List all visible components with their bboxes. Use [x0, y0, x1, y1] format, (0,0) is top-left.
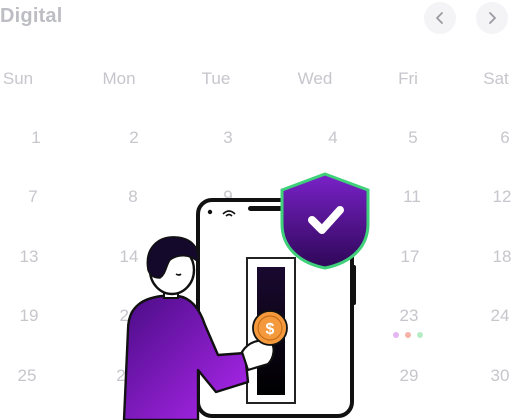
calendar-day[interactable]: 25	[18, 366, 37, 386]
calendar-day[interactable]: 13	[20, 247, 39, 267]
calendar-day[interactable]: 23	[400, 306, 419, 326]
weekday-sat: Sat	[483, 69, 509, 88]
calendar-day[interactable]: 18	[493, 247, 512, 267]
calendar-day[interactable]: 2	[129, 128, 138, 148]
calendar-day[interactable]: 1	[31, 128, 40, 148]
weekday-mon: Mon	[102, 69, 136, 88]
calendar-day[interactable]: 5	[408, 128, 417, 148]
event-dots	[393, 332, 423, 338]
calendar-title: Digital	[0, 5, 63, 27]
calendar-day[interactable]: 7	[28, 187, 37, 207]
chevron-right-icon	[489, 12, 496, 24]
dollar-coin-icon: $	[252, 310, 288, 346]
calendar-day[interactable]: 19	[20, 306, 39, 326]
chevron-left-icon	[436, 12, 443, 24]
event-dot	[417, 332, 423, 338]
weekday-wed: Wed	[297, 69, 333, 88]
calendar-day[interactable]: 30	[491, 366, 510, 386]
next-month-button[interactable]	[476, 2, 508, 34]
weekday-fri: Fri	[398, 69, 418, 88]
prev-month-button[interactable]	[424, 2, 456, 34]
calendar-day[interactable]: 12	[493, 187, 512, 207]
event-dot	[405, 332, 411, 338]
calendar-day[interactable]: 11	[403, 187, 421, 207]
calendar-day[interactable]: 24	[491, 306, 510, 326]
calendar-day[interactable]: 17	[401, 247, 420, 267]
calendar-day[interactable]: 3	[223, 128, 232, 148]
weekday-sun: Sun	[2, 69, 34, 88]
weekday-tue: Tue	[201, 69, 231, 88]
calendar-day[interactable]: 6	[500, 128, 509, 148]
calendar-day[interactable]: 29	[400, 366, 419, 386]
event-dot	[393, 332, 399, 338]
calendar-day[interactable]: 4	[328, 128, 337, 148]
payment-security-illustration: $	[122, 172, 370, 420]
shield-check-icon	[280, 172, 370, 270]
coin-symbol: $	[266, 321, 275, 338]
